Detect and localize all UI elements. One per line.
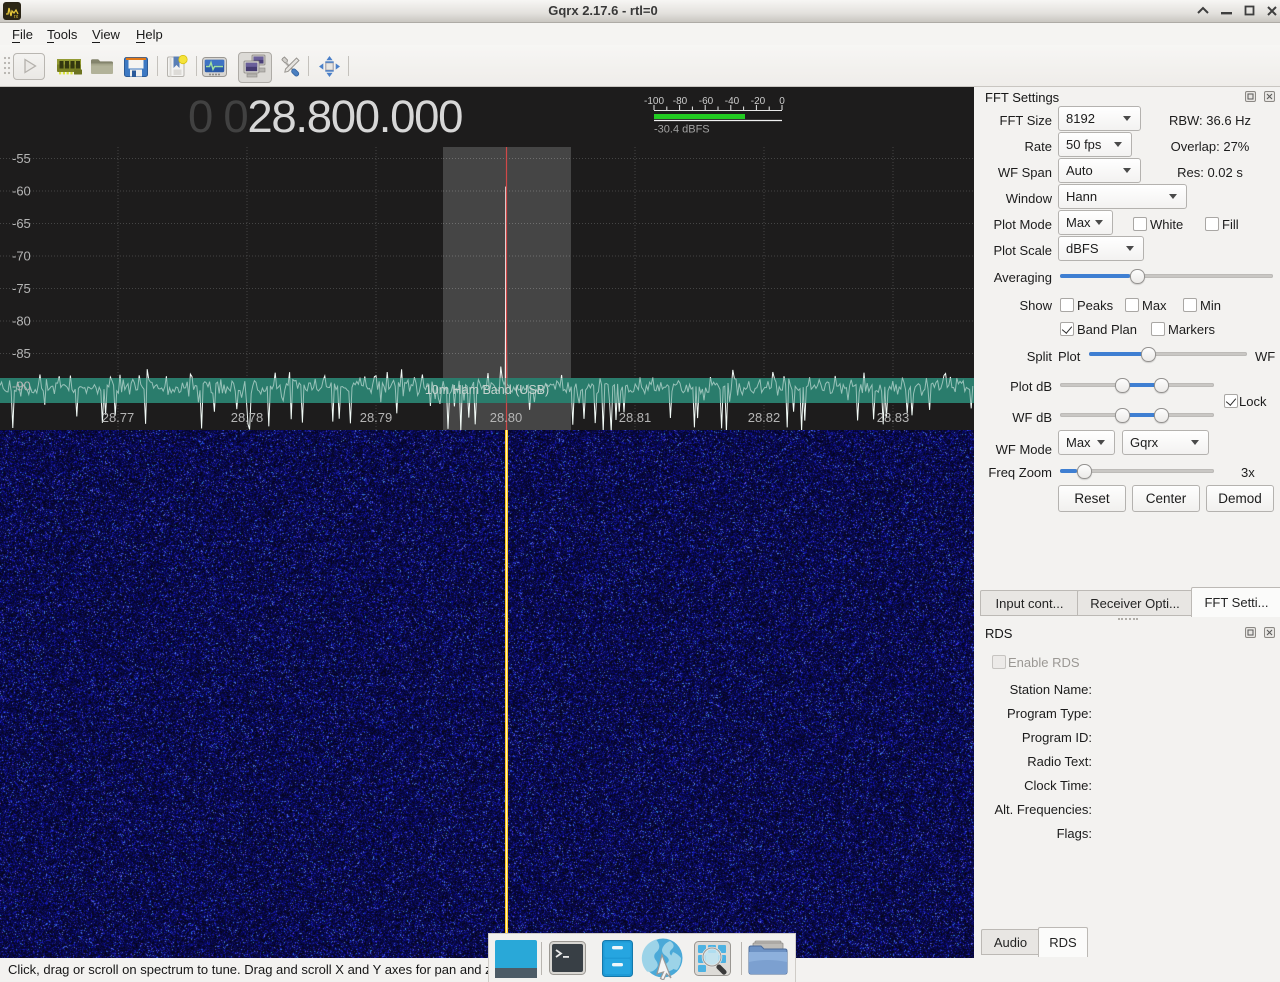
svg-text:-60: -60 (12, 184, 31, 199)
svg-text:28.81: 28.81 (619, 410, 652, 425)
svg-text:-60: -60 (699, 96, 714, 107)
svg-text:28.79: 28.79 (360, 410, 393, 425)
svg-text:28.80: 28.80 (490, 410, 523, 425)
svg-text:28.83: 28.83 (877, 410, 910, 425)
svg-text:-55: -55 (12, 151, 31, 166)
svg-text:28.82: 28.82 (748, 410, 781, 425)
svg-text:-65: -65 (12, 216, 31, 231)
svg-text:-80: -80 (673, 96, 688, 107)
svg-text:-90: -90 (12, 379, 31, 394)
svg-text:-80: -80 (12, 314, 31, 329)
svg-text:-20: -20 (751, 96, 766, 107)
svg-text:28.77: 28.77 (102, 410, 135, 425)
svg-text:-75: -75 (12, 281, 31, 296)
svg-text:28.78: 28.78 (231, 410, 264, 425)
svg-text:-85: -85 (12, 346, 31, 361)
svg-text:-30.4 dBFS: -30.4 dBFS (654, 124, 710, 136)
svg-text:-70: -70 (12, 249, 31, 264)
svg-text:-40: -40 (725, 96, 740, 107)
svg-text:10m Ham Band (USB): 10m Ham Band (USB) (425, 383, 549, 397)
